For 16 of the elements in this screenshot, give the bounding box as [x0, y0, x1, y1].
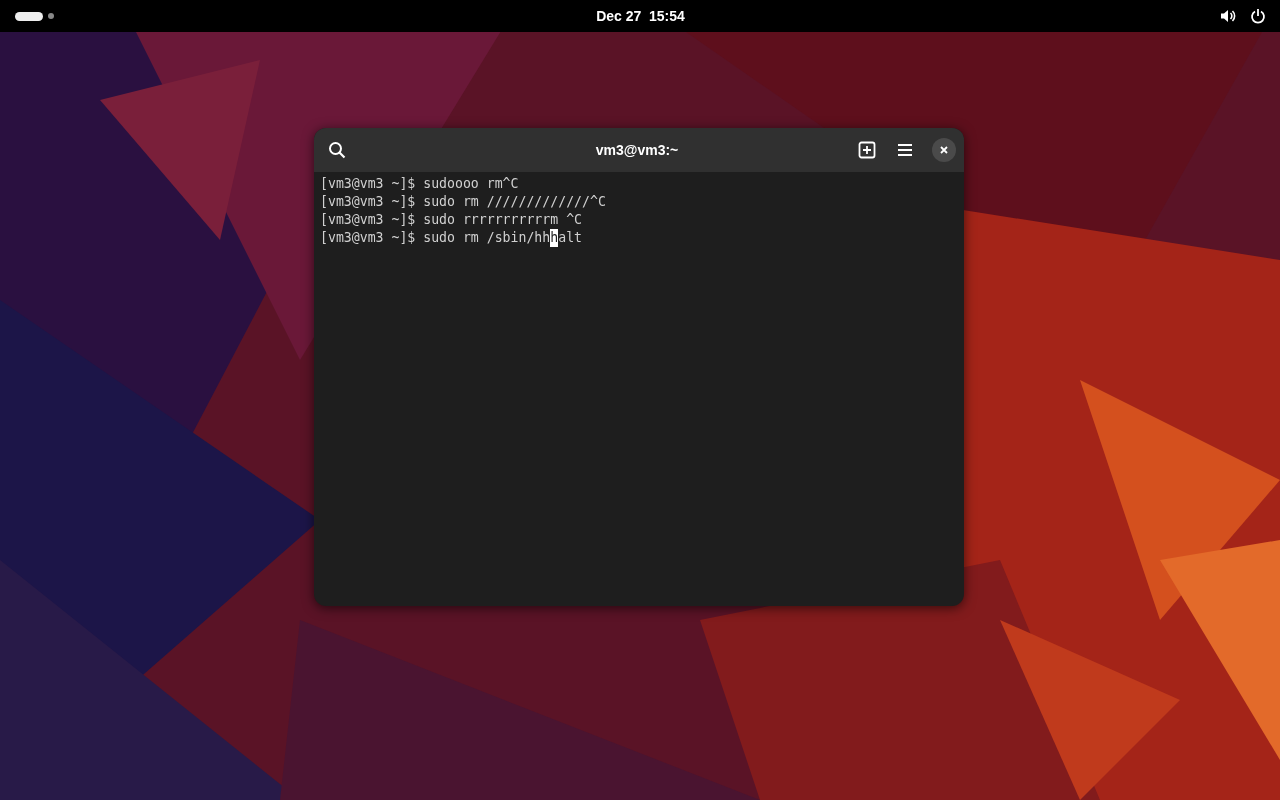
workspace-indicator[interactable] — [15, 11, 43, 21]
power-icon[interactable] — [1250, 8, 1266, 24]
terminal-line: [vm3@vm3 ~]$ sudoooo rm^C — [320, 175, 519, 193]
terminal-line: [vm3@vm3 ~]$ sudo rm /sbin/hh — [320, 229, 551, 247]
terminal-line: [vm3@vm3 ~]$ sudo rm /////////////^C — [320, 193, 606, 211]
window-title: vm3@vm3:~ — [594, 142, 680, 158]
text-cursor: h — [550, 229, 559, 247]
search-icon — [328, 141, 346, 159]
terminal-line: [vm3@vm3 ~]$ sudo rrrrrrrrrrrm ^C — [320, 211, 582, 229]
menu-icon — [896, 141, 914, 159]
plus-square-icon — [858, 141, 876, 159]
close-icon — [939, 145, 949, 155]
volume-icon[interactable] — [1220, 8, 1236, 24]
clock[interactable]: Dec 27 15:54 — [596, 8, 685, 24]
close-button[interactable] — [932, 138, 956, 162]
terminal-line: alt — [558, 229, 583, 247]
